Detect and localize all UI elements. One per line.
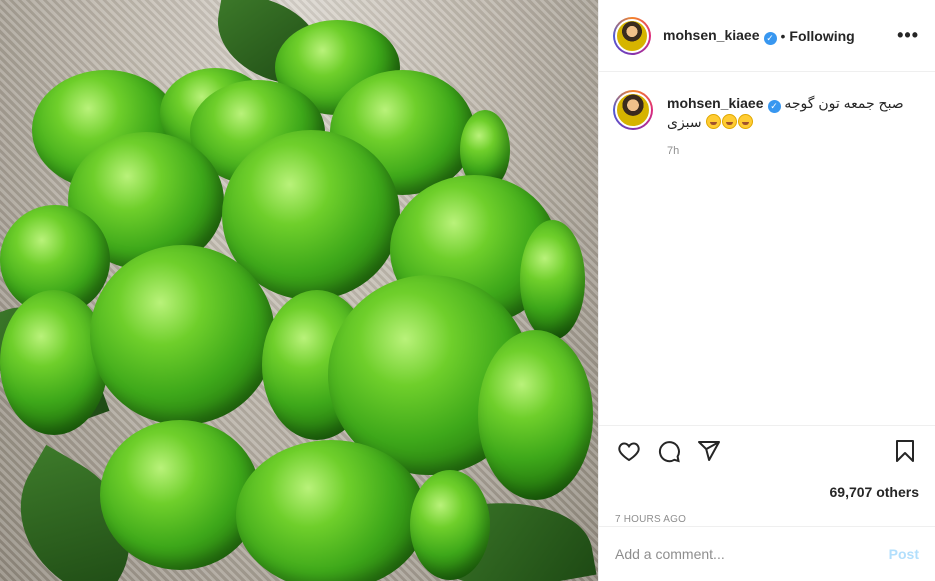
following-button[interactable]: Following — [789, 28, 854, 44]
caption-username[interactable]: mohsen_kiaee — [667, 95, 764, 111]
post-side-panel: mohsen_kiaee ✓ • Following ••• mohsen_kia… — [598, 0, 935, 581]
caption-avatar[interactable] — [613, 90, 653, 130]
yum-emoji — [737, 114, 753, 129]
bookmark-icon[interactable] — [891, 437, 919, 465]
avatar[interactable] — [613, 16, 651, 55]
header-username[interactable]: mohsen_kiaee ✓ — [663, 27, 777, 45]
plum — [100, 420, 260, 570]
action-icons-row — [615, 438, 919, 464]
caption-time[interactable]: 7h — [667, 142, 919, 160]
grin-emoji — [721, 114, 737, 129]
separator-dot: • — [780, 27, 786, 44]
caption-body: mohsen_kiaee ✓ صبح جمعه تون گوجه سبزی 7h — [667, 90, 919, 160]
plum — [520, 220, 585, 340]
more-options-icon[interactable]: ••• — [897, 25, 919, 46]
verified-icon: ✓ — [763, 31, 777, 45]
avatar-image — [615, 92, 651, 128]
post-photo[interactable] — [0, 0, 598, 581]
caption-emojis — [705, 113, 754, 131]
caption: mohsen_kiaee ✓ صبح جمعه تون گوجه سبزی 7h — [599, 72, 935, 160]
verified-icon: ✓ — [767, 100, 781, 113]
likes-count[interactable]: 69,707 others — [615, 484, 920, 500]
plum — [478, 330, 593, 500]
comment-bar: Post — [599, 526, 935, 581]
posted-time[interactable]: 7 HOURS AGO — [615, 514, 919, 525]
post-header: mohsen_kiaee ✓ • Following ••• — [599, 0, 935, 72]
heart-icon[interactable] — [615, 437, 643, 465]
avatar-image — [615, 18, 649, 53]
comment-input[interactable] — [615, 546, 889, 562]
comment-icon[interactable] — [655, 437, 683, 465]
wink-emoji — [705, 114, 721, 129]
share-icon[interactable] — [695, 437, 723, 465]
plum — [90, 245, 275, 425]
header-username-text[interactable]: mohsen_kiaee — [663, 27, 760, 43]
plum — [236, 440, 426, 581]
plum — [410, 470, 490, 580]
plum — [0, 290, 108, 435]
post-comment-button[interactable]: Post — [889, 546, 919, 562]
